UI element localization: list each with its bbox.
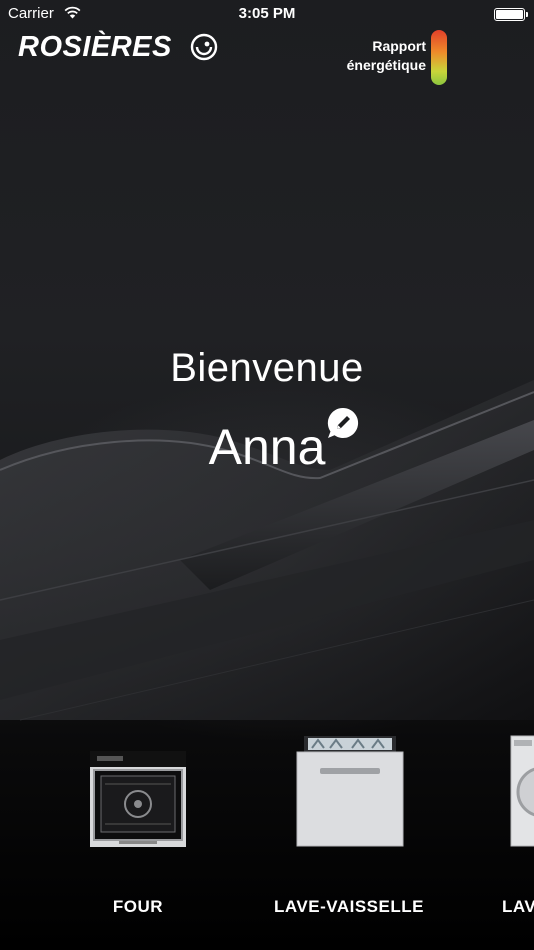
home-screen: Carrier 3:05 PM ROSIÈRES Rapport énergét… <box>0 0 534 950</box>
energy-report-line1: Rapport <box>372 38 426 54</box>
energy-report-line2: énergétique <box>346 57 426 73</box>
status-time: 3:05 PM <box>238 5 296 22</box>
energy-gauge-icon[interactable] <box>431 30 447 85</box>
user-name: Anna <box>208 419 326 475</box>
appliance-washing-machine[interactable]: LAV <box>496 720 534 950</box>
brand-swirl-icon <box>190 33 218 61</box>
edit-name-button[interactable] <box>326 406 360 440</box>
appliance-label: LAVE-VAISSELLE <box>274 897 424 916</box>
energy-report-link[interactable]: Rapport énergétique <box>347 37 426 75</box>
appliance-dishwasher[interactable]: LAVE-VAISSELLE <box>258 720 440 950</box>
washing-machine-icon <box>510 735 534 847</box>
appliance-label: FOUR <box>112 897 164 916</box>
appliance-label: LAV <box>502 897 534 916</box>
appliance-oven[interactable]: FOUR <box>58 720 218 950</box>
brand-logo: ROSIÈRES <box>18 31 172 63</box>
welcome-greeting: Bienvenue <box>170 346 364 390</box>
dishwasher-icon <box>296 736 404 847</box>
oven-icon <box>90 751 186 847</box>
status-bar: Carrier 3:05 PM <box>0 0 534 28</box>
battery-icon <box>494 8 528 21</box>
appliance-carousel[interactable]: FOUR LAVE-VAISSELLE LAV <box>0 720 534 950</box>
